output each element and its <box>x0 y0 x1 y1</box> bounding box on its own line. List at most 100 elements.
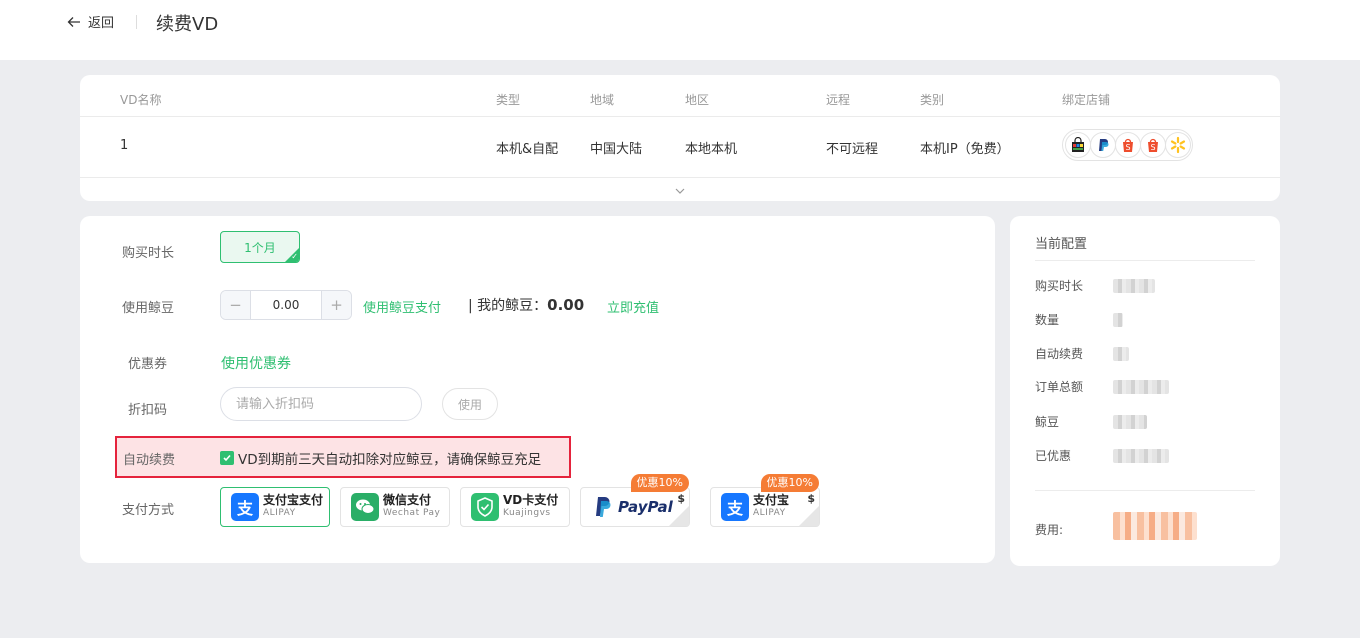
discount-badge: 优惠10% <box>630 474 689 492</box>
bean-pay-link[interactable]: 使用鲸豆支付 <box>363 297 441 316</box>
blurred-value <box>1113 449 1169 463</box>
col-header-territory: 地域 <box>590 93 615 107</box>
walmart-spark-icon <box>1165 132 1191 158</box>
apply-discount-button[interactable]: 使用 <box>442 388 498 420</box>
my-beans-value: 0.00 <box>547 296 585 314</box>
fee-label: 费用: <box>1035 523 1064 537</box>
col-header-remote: 远程 <box>826 93 851 107</box>
config-summary-card: 当前配置 购买时长 数量 自动续费 订单总额 鲸豆 已优惠 费用: <box>1010 216 1280 566</box>
back-label: 返回 <box>88 16 115 31</box>
shield-check-icon <box>471 493 499 521</box>
coupon-label: 优惠券 <box>128 357 168 372</box>
blurred-value <box>1113 415 1147 429</box>
bean-stepper[interactable]: − 0.00 + <box>220 290 352 320</box>
summary-label: 自动续费 <box>1035 347 1084 361</box>
pay-option-name: 支付宝 <box>753 493 790 507</box>
summary-title: 当前配置 <box>1035 237 1088 252</box>
paypal-icon <box>1090 132 1116 158</box>
increment-button[interactable]: + <box>321 291 351 319</box>
bean-label: 使用鲸豆 <box>122 301 175 316</box>
vd-info-card: VD名称 类型 地域 地区 远程 类别 绑定店铺 1 本机&自配 中国大陆 本地… <box>80 75 1280 201</box>
payment-label: 支付方式 <box>122 503 175 518</box>
back-button[interactable]: 返回 <box>66 12 114 31</box>
auto-renew-label: 自动续费 <box>123 453 176 468</box>
summary-label: 鲸豆 <box>1035 415 1060 429</box>
pay-option-sub: ALIPAY <box>263 508 296 518</box>
dollar-icon: $ <box>807 492 815 505</box>
auto-renew-text: VD到期前三天自动扣除对应鲸豆，请确保鲸豆充足 <box>238 452 542 468</box>
discount-badge: 优惠10% <box>760 474 819 492</box>
check-icon <box>223 454 231 462</box>
summary-label: 订单总额 <box>1035 380 1084 394</box>
summary-divider <box>1035 260 1255 261</box>
divider <box>136 15 137 29</box>
cell-category: 本机IP（免费） <box>920 142 1010 157</box>
pay-option-alipay[interactable]: 支 支付宝支付 ALIPAY <box>220 487 330 527</box>
pay-option-paypal[interactable]: PayPal $ 优惠10% <box>580 474 690 527</box>
summary-label: 数量 <box>1035 313 1060 327</box>
col-header-region: 地区 <box>685 93 710 107</box>
cell-region: 本地本机 <box>685 142 738 157</box>
wechat-icon <box>351 493 379 521</box>
blurred-value <box>1113 347 1129 361</box>
shopping-bag-icon <box>1065 132 1091 158</box>
shopee-icon: S <box>1115 132 1141 158</box>
duration-label: 购买时长 <box>122 246 175 261</box>
dollar-corner <box>669 506 689 526</box>
cell-territory: 中国大陆 <box>590 142 643 157</box>
pay-option-sub: Wechat Pay <box>383 508 441 518</box>
col-header-category: 类别 <box>920 93 945 107</box>
dollar-corner <box>799 506 819 526</box>
blurred-value <box>1113 313 1123 327</box>
shopee-icon: S <box>1140 132 1166 158</box>
col-header-type: 类型 <box>496 93 521 107</box>
chevron-down-icon[interactable] <box>674 185 686 197</box>
pay-option-sub: Kuajingvs <box>503 508 551 518</box>
summary-label: 购买时长 <box>1035 279 1084 293</box>
my-beans: | 我的鲸豆：0.00 <box>468 295 584 315</box>
decrement-button[interactable]: − <box>221 291 251 319</box>
duration-option-selected[interactable]: 1个月 ✓ <box>220 231 300 263</box>
renew-form-card: 购买时长 1个月 ✓ 使用鲸豆 − 0.00 + 使用鲸豆支付 | 我的鲸豆：0… <box>80 216 995 563</box>
use-coupon-link[interactable]: 使用优惠券 <box>221 353 291 373</box>
cell-remote: 不可远程 <box>826 142 879 157</box>
col-header-name: VD名称 <box>120 93 162 107</box>
pay-option-vd-card[interactable]: VD卡支付 Kuajingvs <box>460 487 570 527</box>
discount-code-input[interactable] <box>220 387 422 421</box>
summary-divider <box>1035 490 1255 491</box>
blurred-value <box>1113 279 1155 293</box>
discount-label: 折扣码 <box>128 403 168 418</box>
col-header-stores: 绑定店铺 <box>1062 93 1111 107</box>
auto-renew-checkbox[interactable] <box>220 451 234 465</box>
alipay-icon: 支 <box>721 493 749 521</box>
row-divider <box>80 177 1280 178</box>
svg-text:S: S <box>1150 143 1155 152</box>
duration-option-label: 1个月 <box>244 240 276 255</box>
paypal-icon <box>591 493 615 521</box>
bound-stores[interactable]: S S <box>1062 129 1193 161</box>
blurred-value <box>1113 380 1169 394</box>
header-divider <box>80 116 1280 117</box>
pay-option-name: 微信支付 <box>383 493 432 507</box>
pay-option-name: 支付宝支付 <box>263 493 324 507</box>
arrow-left-icon <box>67 16 80 27</box>
pay-option-name: VD卡支付 <box>503 493 559 507</box>
pay-option-name: PayPal <box>618 498 673 516</box>
cell-name: 1 <box>120 138 129 153</box>
auto-renew-row: 自动续费 VD到期前三天自动扣除对应鲸豆，请确保鲸豆充足 <box>115 436 571 478</box>
pay-option-alipay-usd[interactable]: 支 支付宝 ALIPAY $ 优惠10% <box>710 474 820 527</box>
blurred-fee-value <box>1113 512 1197 540</box>
alipay-icon: 支 <box>231 493 259 521</box>
dollar-icon: $ <box>677 492 685 505</box>
recharge-link[interactable]: 立即充值 <box>607 297 659 316</box>
page-title: 续费VD <box>156 14 219 35</box>
svg-text:S: S <box>1125 143 1130 152</box>
cell-type: 本机&自配 <box>496 142 559 157</box>
bean-value[interactable]: 0.00 <box>251 291 321 319</box>
check-icon: ✓ <box>291 252 298 261</box>
my-beans-label: | 我的鲸豆： <box>468 298 548 314</box>
pay-option-wechat[interactable]: 微信支付 Wechat Pay <box>340 487 450 527</box>
top-bar: 返回 续费VD <box>0 0 1360 60</box>
summary-label: 已优惠 <box>1035 449 1072 463</box>
pay-option-sub: ALIPAY <box>753 508 786 518</box>
